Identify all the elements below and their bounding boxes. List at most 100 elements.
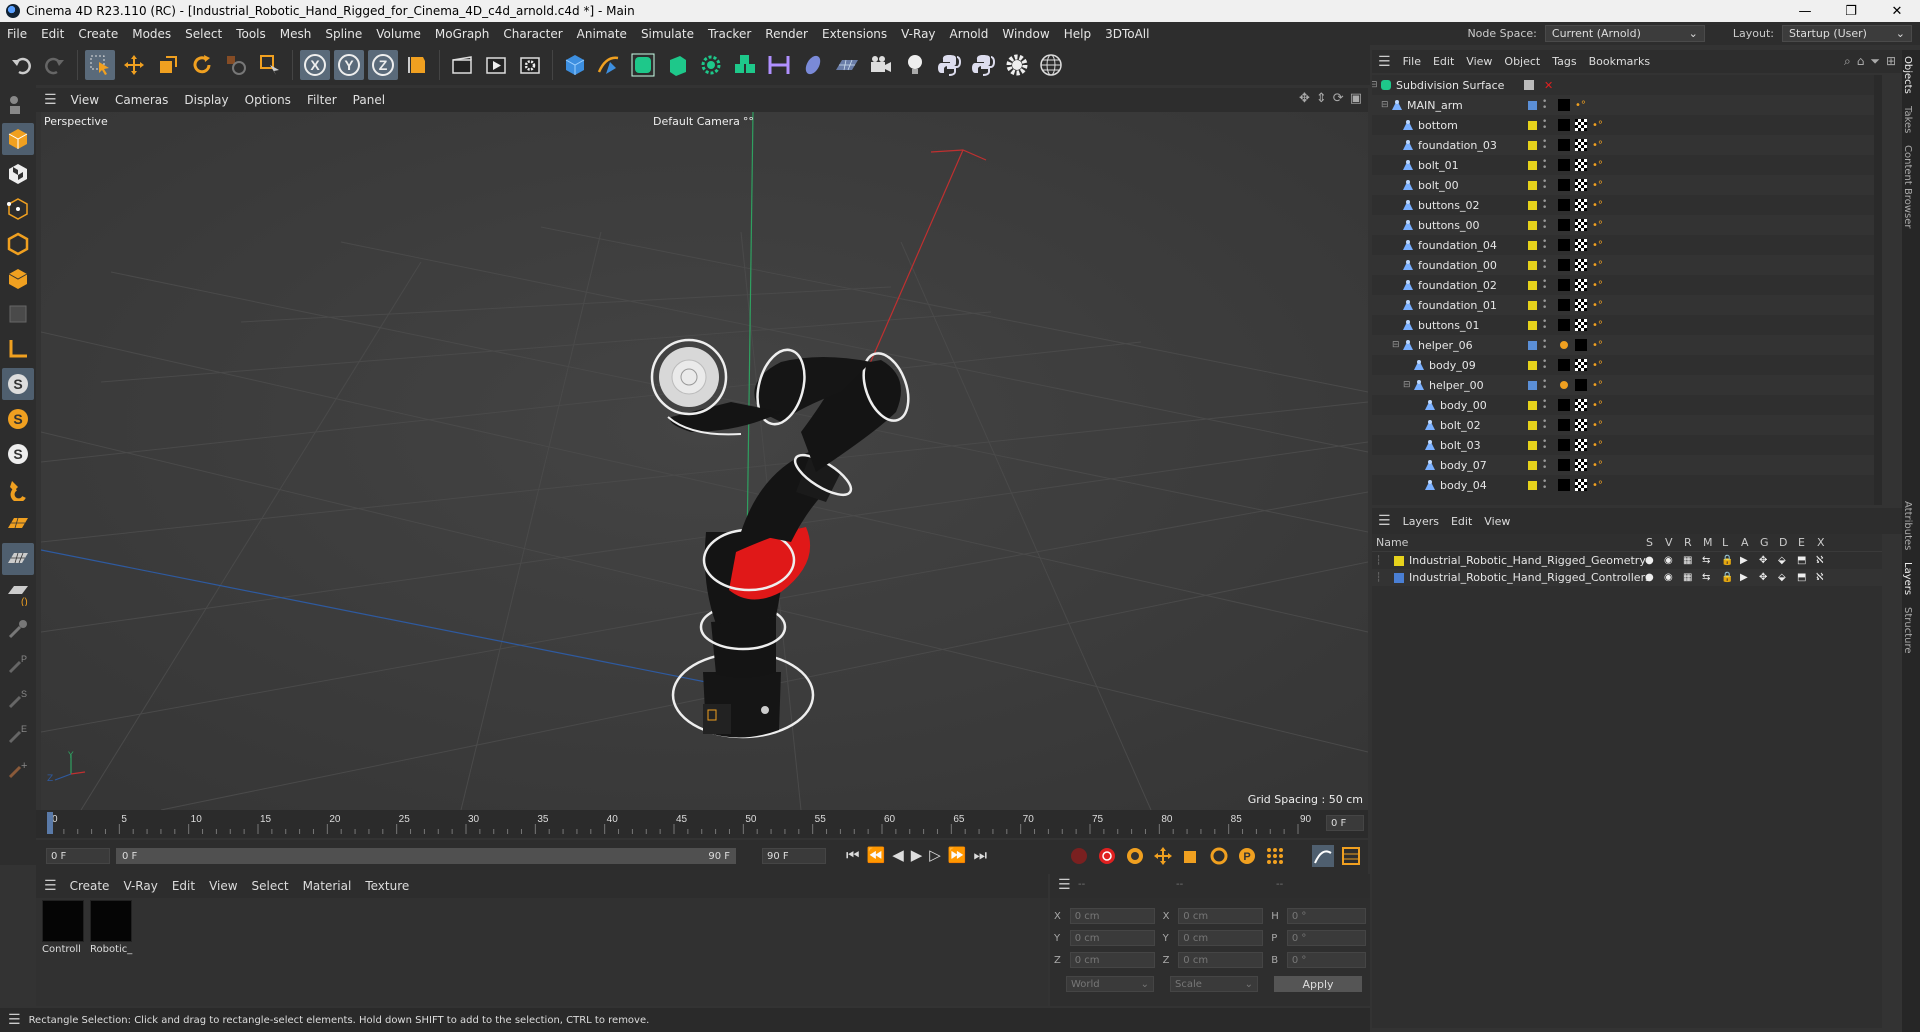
size-z-field[interactable]: 0 cm — [1178, 952, 1264, 968]
objects-menu-edit[interactable]: Edit — [1427, 55, 1460, 68]
texture-tag-icon[interactable] — [1575, 239, 1587, 251]
camera-button[interactable] — [866, 50, 896, 80]
layer-color-swatch[interactable] — [1528, 260, 1537, 270]
next-frame-icon[interactable]: ▷ — [929, 846, 941, 864]
layer-color-swatch[interactable] — [1528, 180, 1537, 190]
z-axis-lock-button[interactable]: Z — [368, 50, 398, 80]
layer-column-s[interactable]: S — [1646, 536, 1653, 549]
arnold-tag-icon[interactable]: •° — [1592, 240, 1603, 251]
layer-column-r[interactable]: R — [1684, 536, 1692, 549]
timeline-ruler[interactable]: 0 5 10 15 20 25 30 35 40 45 50 55 60 65 70 75 80 85 90 0 F — [36, 810, 1368, 838]
point-level-key-icon[interactable] — [1264, 845, 1286, 867]
locked-workplane-button[interactable]: () — [2, 578, 34, 610]
objects-menu-file[interactable]: File — [1397, 55, 1427, 68]
arnold-tag-icon[interactable]: •° — [1592, 120, 1603, 131]
tab-content-browser[interactable]: Content Browser — [1902, 139, 1913, 234]
tab-layers[interactable]: Layers — [1902, 556, 1913, 601]
menu-file[interactable]: File — [0, 27, 34, 41]
object-row[interactable]: bolt_00 • • •° — [1372, 175, 1882, 195]
render-settings-button[interactable] — [515, 50, 545, 80]
search-icon[interactable]: ⌕ — [1844, 54, 1851, 69]
texture-tag-icon[interactable] — [1575, 319, 1587, 331]
tab-structure[interactable]: Structure — [1902, 601, 1913, 660]
material-tag-icon[interactable] — [1575, 379, 1587, 391]
auto-keying-icon[interactable] — [1096, 845, 1118, 867]
material-menu-select[interactable]: Select — [245, 879, 296, 893]
object-row[interactable]: foundation_02 • • •° — [1372, 275, 1882, 295]
texture-tag-icon[interactable] — [1575, 219, 1587, 231]
play-icon[interactable]: ▶ — [911, 846, 923, 864]
layer-color-swatch[interactable] — [1528, 120, 1537, 130]
position-key-icon[interactable] — [1152, 845, 1174, 867]
arnold-tag-icon[interactable]: •° — [1592, 480, 1603, 491]
apply-button[interactable]: Apply — [1274, 976, 1362, 992]
y-axis-lock-button[interactable]: Y — [334, 50, 364, 80]
parameter-key-icon[interactable]: P — [1236, 845, 1258, 867]
arnold-tag-icon[interactable]: •° — [1592, 180, 1603, 191]
objects-scrollbar[interactable] — [1874, 75, 1882, 505]
deformer-icon[interactable]: ⬙ — [1778, 555, 1786, 566]
hamburger-menu-icon[interactable]: ☰ — [1378, 513, 1391, 529]
visibility-dots-icon[interactable]: • • — [1542, 298, 1547, 313]
rotate-tool-button[interactable] — [187, 50, 217, 80]
material-menu-material[interactable]: Material — [296, 879, 359, 893]
hamburger-menu-icon[interactable]: ☰ — [44, 878, 57, 894]
texture-tag-icon[interactable] — [1575, 419, 1587, 431]
material-tag-icon[interactable] — [1558, 259, 1570, 271]
view-eye-icon[interactable]: ◉ — [1664, 572, 1673, 583]
deformer-icon[interactable]: ⬙ — [1778, 572, 1786, 583]
expand-collapse-icon[interactable]: ⊟ — [1403, 380, 1411, 390]
layer-column-e[interactable]: E — [1798, 536, 1805, 549]
move-tool-button[interactable] — [119, 50, 149, 80]
texture-tag-icon[interactable] — [1575, 159, 1587, 171]
visibility-dots-icon[interactable]: • • — [1542, 318, 1547, 333]
arnold-tag-icon[interactable]: •° — [1592, 220, 1603, 231]
generator-icon[interactable]: ✥ — [1759, 572, 1767, 583]
hamburger-menu-icon[interactable]: ☰ — [8, 1012, 21, 1028]
menu-mograph[interactable]: MoGraph — [428, 27, 497, 41]
menu-render[interactable]: Render — [758, 27, 815, 41]
xref-icon[interactable]: ℵ — [1816, 572, 1823, 583]
render-picture-viewer-button[interactable] — [481, 50, 511, 80]
layout-dropdown[interactable]: Startup (User) ⌄ — [1782, 25, 1912, 42]
menu-animate[interactable]: Animate — [570, 27, 634, 41]
objects-menu-view[interactable]: View — [1460, 55, 1498, 68]
object-row[interactable]: foundation_00 • • •° — [1372, 255, 1882, 275]
arnold-tag-icon[interactable]: •° — [1592, 200, 1603, 211]
object-row[interactable]: buttons_00 • • •° — [1372, 215, 1882, 235]
node-space-dropdown[interactable]: Current (Arnold) ⌄ — [1544, 25, 1705, 42]
brush-add-button[interactable]: + — [2, 753, 34, 785]
mograph-cubes-button[interactable] — [730, 50, 760, 80]
layer-column-a[interactable]: A — [1741, 536, 1749, 549]
settings-button[interactable] — [1002, 50, 1032, 80]
layer-color-swatch[interactable] — [1528, 360, 1537, 370]
pan-view-icon[interactable]: ✥ — [1299, 91, 1310, 106]
objects-menu-object[interactable]: Object — [1498, 55, 1546, 68]
size-x-field[interactable]: 0 cm — [1178, 908, 1264, 924]
previous-frame-icon[interactable]: ◀ — [892, 846, 904, 864]
object-row[interactable]: body_09 • • •° — [1372, 355, 1882, 375]
layer-color-swatch[interactable] — [1528, 160, 1537, 170]
viewport-menu-cameras[interactable]: Cameras — [107, 93, 176, 107]
material-menu-edit[interactable]: Edit — [165, 879, 202, 893]
layer-color-swatch[interactable] — [1528, 200, 1537, 210]
selection-filter-button[interactable] — [255, 50, 285, 80]
viewport-menu-filter[interactable]: Filter — [299, 93, 345, 107]
render-view-button[interactable] — [447, 50, 477, 80]
arnold-tag-icon[interactable]: •° — [1592, 340, 1603, 351]
brush-s-button[interactable]: S — [2, 683, 34, 715]
viewport-menu-display[interactable]: Display — [176, 93, 236, 107]
viewport-menu-panel[interactable]: Panel — [345, 93, 393, 107]
visibility-dots-icon[interactable]: • • — [1542, 458, 1547, 473]
material-tag-icon[interactable] — [1575, 339, 1587, 351]
material-menu-texture[interactable]: Texture — [358, 879, 416, 893]
view-eye-icon[interactable]: ◉ — [1664, 555, 1673, 566]
object-row[interactable]: body_00 • • •° — [1372, 395, 1882, 415]
camera-indicator[interactable]: Default Camera °° — [653, 115, 754, 128]
render-icon[interactable]: ▦ — [1683, 572, 1692, 583]
arnold-tag-icon[interactable]: •° — [1592, 140, 1603, 151]
grid-toggle-button[interactable] — [2, 543, 34, 575]
brush-p-button[interactable]: P — [2, 648, 34, 680]
expand-collapse-icon[interactable]: ⊟ — [1372, 80, 1378, 90]
visibility-dots-icon[interactable]: • • — [1542, 98, 1547, 113]
